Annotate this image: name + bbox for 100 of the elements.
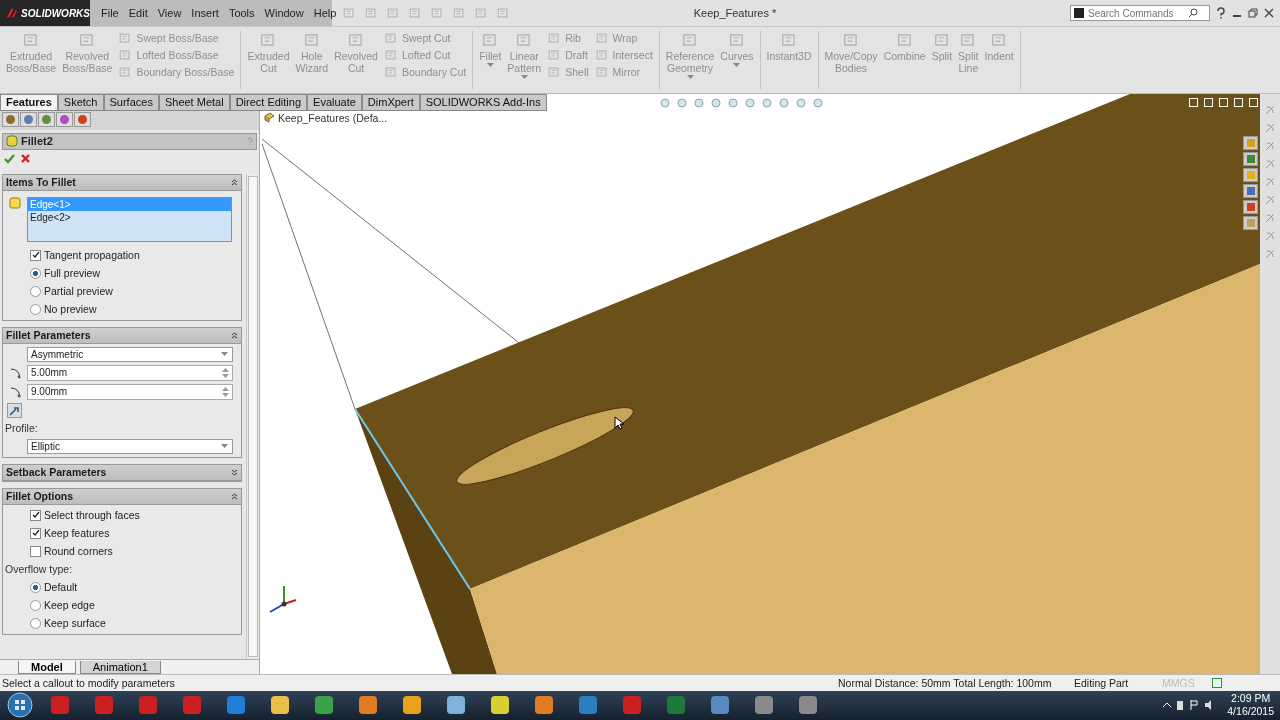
model-tab[interactable]: Model <box>18 660 76 674</box>
view-tool-icon[interactable] <box>779 97 791 110</box>
toolbar-icon[interactable] <box>496 6 510 20</box>
menu-item[interactable]: View <box>152 7 187 19</box>
tool-icon[interactable] <box>118 31 133 45</box>
toolbar-icon[interactable] <box>342 6 356 20</box>
toolbar-icon[interactable] <box>364 6 378 20</box>
tool-icon[interactable] <box>383 48 398 62</box>
sketch-tool-icon[interactable] <box>1264 121 1276 134</box>
tool-icon[interactable] <box>118 65 133 79</box>
model-tab[interactable]: Animation1 <box>79 660 161 674</box>
section-header[interactable]: Setback Parameters <box>3 464 241 481</box>
caret-icon[interactable] <box>221 443 228 449</box>
dropdown[interactable]: Elliptic <box>27 438 233 454</box>
caret-icon[interactable] <box>686 75 694 80</box>
start-button-icon[interactable] <box>6 691 34 720</box>
list-item[interactable]: Edge<2> <box>28 210 231 224</box>
toolbar-icon[interactable] <box>408 6 422 20</box>
ok-icon[interactable] <box>4 153 15 164</box>
close-icon[interactable] <box>1264 8 1274 18</box>
expand-icon[interactable] <box>231 468 238 476</box>
panel-tab[interactable] <box>74 111 91 127</box>
view-tool-icon[interactable] <box>660 97 672 110</box>
toolbar-icon[interactable] <box>474 6 488 20</box>
app-icon <box>533 694 555 717</box>
pane-icon <box>1245 137 1256 148</box>
tool-icon[interactable] <box>547 31 562 45</box>
search-box[interactable]: Search Commands <box>1070 5 1210 21</box>
panel-tab[interactable] <box>38 111 55 127</box>
restore-icon[interactable] <box>1248 8 1258 18</box>
tool-icon[interactable] <box>547 48 562 62</box>
cancel-icon[interactable] <box>21 154 30 164</box>
menu-item[interactable]: File <box>96 7 124 19</box>
scrollbar[interactable] <box>246 173 259 659</box>
menu-item[interactable]: Edit <box>123 7 153 19</box>
view-tool-icon[interactable] <box>728 97 740 110</box>
toolbar-icon[interactable] <box>430 6 444 20</box>
value-field[interactable]: 9.00mm <box>27 383 233 400</box>
menu-item[interactable]: Help <box>308 7 342 19</box>
toolbar-icon[interactable] <box>452 6 466 20</box>
collapse-icon[interactable] <box>231 331 238 339</box>
tool-icon[interactable] <box>932 31 951 49</box>
search-field[interactable]: Search Commands <box>1088 7 1184 19</box>
clock[interactable]: 2:09 PM 4/16/2015 <box>1227 692 1274 719</box>
panel-tab[interactable] <box>20 111 37 127</box>
panel-tab[interactable] <box>2 111 19 127</box>
checkbox[interactable] <box>30 249 41 261</box>
view-tool-icon[interactable] <box>813 97 825 110</box>
tool-icon[interactable] <box>302 31 321 49</box>
view-tool-icon[interactable] <box>745 97 757 110</box>
sketch-tool-icon[interactable] <box>1264 229 1276 242</box>
view-tool-icon[interactable] <box>796 97 808 110</box>
tool-icon[interactable] <box>594 48 609 62</box>
section-header[interactable]: Fillet Options <box>3 488 241 505</box>
sketch-tool-icon[interactable] <box>1264 247 1276 260</box>
flip-button[interactable] <box>7 402 22 418</box>
sketch-tool-icon[interactable] <box>1264 103 1276 116</box>
radio-button[interactable] <box>30 267 41 279</box>
tree-label[interactable]: Keep_Features (Defa... <box>278 111 388 124</box>
sketch-tool-icon[interactable] <box>1264 157 1276 170</box>
value-field[interactable]: 5.00mm <box>27 364 233 381</box>
dropdown[interactable]: Asymmetric <box>27 346 233 362</box>
caret-icon[interactable] <box>221 351 228 357</box>
checkbox[interactable] <box>30 509 41 521</box>
menu-item[interactable]: Tools <box>223 7 260 19</box>
sketch-tool-icon[interactable] <box>1264 193 1276 206</box>
section-header[interactable]: Fillet Parameters <box>3 327 241 344</box>
sketch-tool-icon[interactable] <box>1264 139 1276 152</box>
caret-icon[interactable] <box>520 75 528 80</box>
tool-icon[interactable] <box>118 48 133 62</box>
caret-icon[interactable] <box>486 63 494 68</box>
tool-icon[interactable] <box>727 31 746 49</box>
menu-item[interactable]: Window <box>259 7 309 19</box>
sketch-tool-icon[interactable] <box>1264 175 1276 188</box>
toolbar-icon[interactable] <box>386 6 400 20</box>
tool-icon[interactable] <box>895 31 914 49</box>
view-tool-icon[interactable] <box>694 97 706 110</box>
caret-icon[interactable] <box>733 63 741 68</box>
sketch-tool-icon[interactable] <box>1264 211 1276 224</box>
radio-button[interactable] <box>30 581 41 593</box>
tool-icon[interactable] <box>383 65 398 79</box>
view-tool-icon[interactable] <box>711 97 723 110</box>
radio-button[interactable] <box>30 285 41 297</box>
radio-button[interactable] <box>30 599 41 611</box>
radio-button[interactable] <box>30 303 41 315</box>
tool-icon[interactable] <box>547 65 562 79</box>
panel-tab[interactable] <box>56 111 73 127</box>
selection-list[interactable]: Edge<1> Edge<2> <box>27 196 232 242</box>
checkbox[interactable] <box>30 527 41 539</box>
tool-icon[interactable] <box>594 65 609 79</box>
checkbox[interactable] <box>30 545 41 557</box>
view-tool-icon[interactable] <box>762 97 774 110</box>
tool-icon[interactable] <box>594 31 609 45</box>
collapse-icon[interactable] <box>231 492 238 500</box>
view-tool-icon[interactable] <box>677 97 689 110</box>
menu-item[interactable]: Insert <box>186 7 224 19</box>
tool-icon[interactable] <box>383 31 398 45</box>
radio-button[interactable] <box>30 617 41 629</box>
collapse-icon[interactable] <box>231 178 238 186</box>
section-header[interactable]: Items To Fillet <box>3 174 241 191</box>
